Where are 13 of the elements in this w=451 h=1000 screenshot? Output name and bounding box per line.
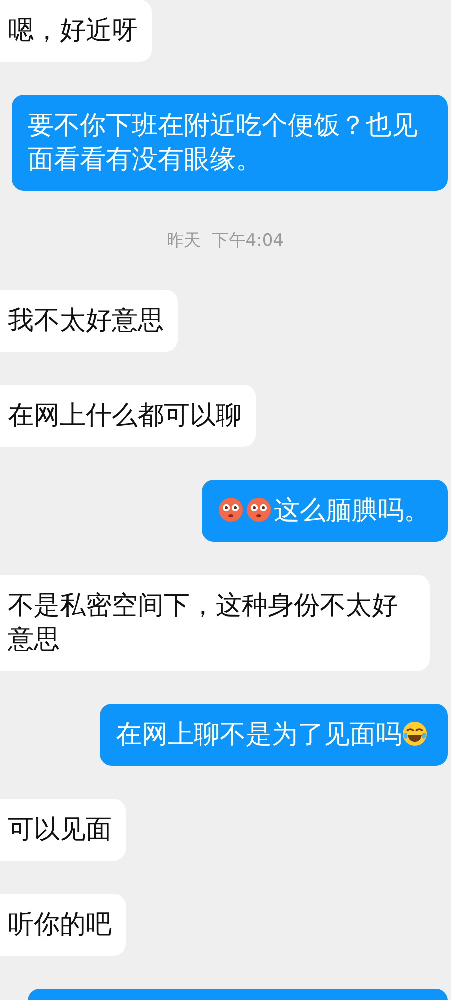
message-bubble: 我不太好意思 (0, 290, 178, 352)
message-bubble: 听你的吧 (0, 894, 126, 956)
message-bubble: 可以见面 (0, 799, 126, 861)
message-bubble: 要不你下班在附近吃个便饭？也见面看看有没有眼缘。 (12, 95, 448, 191)
timestamp: 昨天 下午4:04 (167, 230, 284, 252)
message-bubble: 这么腼腆吗。 (202, 480, 448, 542)
message-bubble: 不是私密空间下，这种身份不太好意思 (0, 575, 430, 671)
message-bubble: 嗯，好近呀 (0, 0, 152, 62)
laughing-face-icon (402, 721, 428, 747)
message-bubble: 在网上聊不是为了见面吗 (100, 704, 448, 766)
flushed-face-icon (246, 497, 272, 523)
flushed-face-icon (218, 497, 244, 523)
message-bubble: 在网上什么都可以聊 (0, 385, 256, 447)
